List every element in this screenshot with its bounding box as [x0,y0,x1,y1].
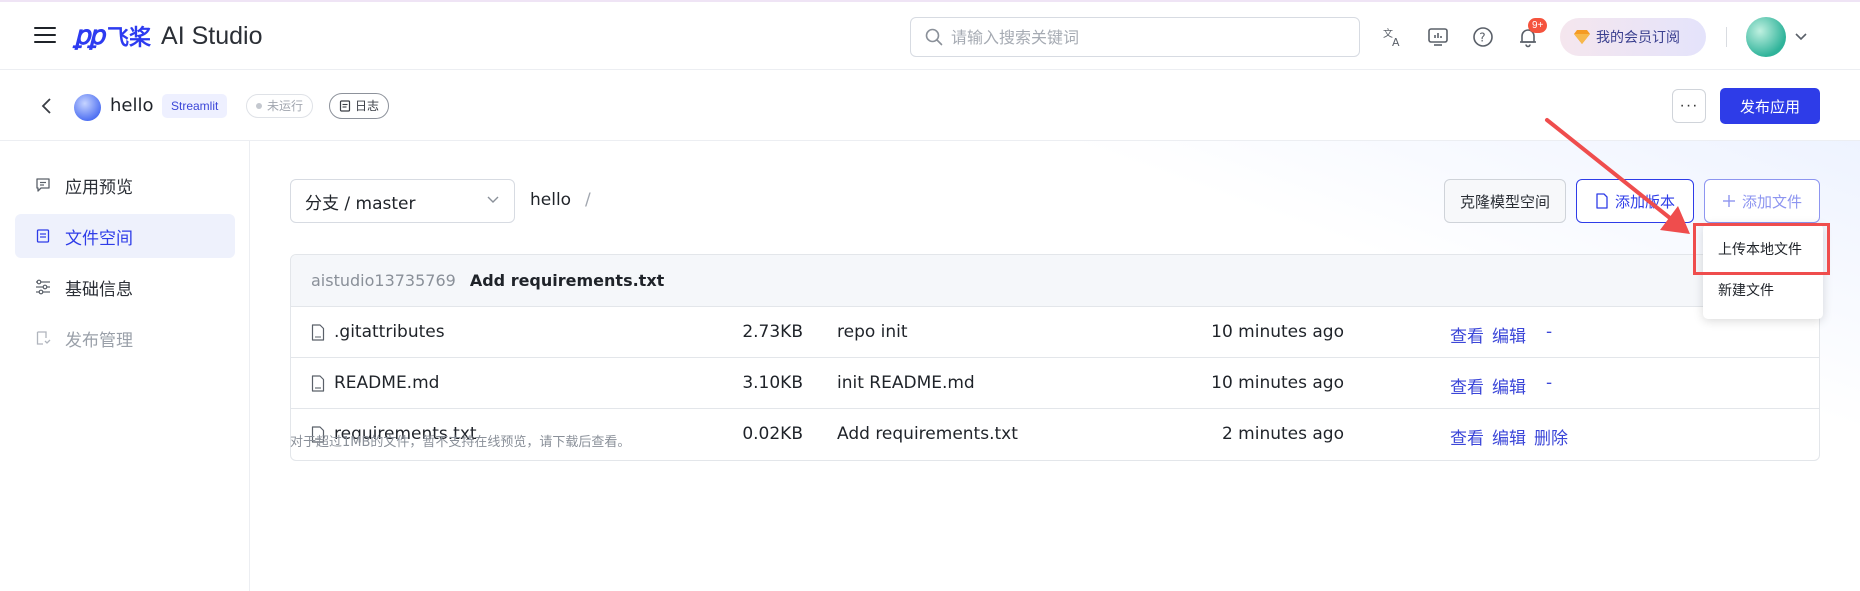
file-time: 10 minutes ago [1211,373,1344,393]
sidebar-item-label: 发布管理 [65,330,133,351]
sidebar-item-basic-info[interactable]: 基础信息 [15,265,235,309]
project-name: hello [110,95,154,116]
top-header: ꝑꝑ 飞桨 AI Studio 文A ? 9+ 我的会员订阅 [0,0,1860,70]
sliders-icon [36,279,50,295]
branch-select[interactable]: 分支 / master [290,179,515,223]
log-label: 日志 [355,99,380,113]
latest-commit-header: aistudio13735769 Add requirements.txt [291,255,1819,307]
branch-label: 分支 / master [305,193,416,214]
file-commit: Add requirements.txt [837,424,1018,444]
commit-message: Add requirements.txt [469,271,665,290]
status-badge: 未运行 [246,94,314,118]
translate-icon[interactable]: 文A [1382,26,1404,48]
file-name[interactable]: README.md [334,373,439,393]
sidebar-item-publish-management[interactable]: 发布管理 [15,316,235,360]
back-arrow-icon[interactable] [38,97,56,115]
more-button[interactable]: ··· [1672,89,1706,123]
file-name[interactable]: .gitattributes [334,322,445,342]
sidebar-item-label: 基础信息 [65,279,133,300]
avatar[interactable] [1746,17,1786,57]
vip-label: 我的会员订阅 [1596,30,1680,46]
breadcrumb-separator: / [585,190,591,210]
delete-placeholder: - [1546,373,1553,393]
table-row: README.md 3.10KB init README.md 10 minut… [291,358,1819,409]
delete-link[interactable]: 删除 [1534,424,1568,449]
sidebar: 应用预览 文件空间 基础信息 发布管理 [0,141,250,591]
svg-text:?: ? [1479,31,1485,45]
logo-text-en: AI Studio [161,21,263,50]
file-size: 0.02KB [742,424,803,444]
delete-placeholder: - [1546,322,1553,342]
file-icon [311,375,325,392]
logo-mark: ꝑꝑ [74,21,105,51]
view-link[interactable]: 查看 [1450,373,1484,398]
file-icon [311,324,325,341]
add-version-button[interactable]: 添加版本 [1576,179,1694,223]
hamburger-menu-icon[interactable] [34,27,56,45]
sidebar-item-app-preview[interactable]: 应用预览 [15,163,235,207]
logo-text-cn: 飞桨 [107,26,152,51]
file-size: 3.10KB [742,373,803,393]
clone-space-button[interactable]: 克隆模型空间 [1444,179,1566,223]
help-icon[interactable]: ? [1472,26,1494,48]
logo[interactable]: ꝑꝑ 飞桨 AI Studio [74,18,262,54]
preview-note: 对于超过1MB的文件，暂不支持在线预览，请下载后查看。 [290,435,631,450]
add-file-label: 添加文件 [1741,192,1802,211]
chevron-down-icon[interactable] [1794,30,1808,44]
project-bar: hello Streamlit 未运行 日志 ··· 发布应用 [0,70,1860,141]
header-divider [1726,27,1727,47]
file-time: 2 minutes ago [1221,424,1344,444]
clone-label: 克隆模型空间 [1459,192,1550,211]
search-input[interactable] [951,27,1331,47]
search-icon [925,28,943,46]
add-version-label: 添加版本 [1614,192,1675,211]
chevron-down-icon [487,196,499,203]
project-avatar [74,94,101,121]
comment-icon [36,178,50,192]
search-box[interactable] [910,17,1360,57]
sidebar-item-label: 应用预览 [65,177,133,198]
file-time: 10 minutes ago [1211,322,1344,342]
plus-icon [1722,195,1735,207]
edit-link[interactable]: 编辑 [1492,373,1526,398]
view-link[interactable]: 查看 [1450,424,1484,449]
file-space-panel: 分支 / master hello / 克隆模型空间 添加版本 添加文件 ais… [251,141,1860,591]
file-commit: repo init [837,322,908,342]
file-size: 2.73KB [742,322,803,342]
sidebar-item-file-space[interactable]: 文件空间 [15,214,235,258]
view-link[interactable]: 查看 [1450,322,1484,347]
edit-link[interactable]: 编辑 [1492,424,1526,449]
commit-author[interactable]: aistudio13735769 [311,271,456,290]
edit-link[interactable]: 编辑 [1492,322,1526,347]
new-file-option[interactable]: 新建文件 [1703,273,1823,309]
sidebar-item-label: 文件空间 [65,228,133,249]
notification-badge: 9+ [1528,18,1548,33]
publish-button[interactable]: 发布应用 [1720,88,1820,124]
document-icon [1596,193,1608,209]
annotation-highlight-box [1693,223,1830,275]
monitor-icon[interactable] [1427,26,1449,48]
file-table: aistudio13735769 Add requirements.txt .g… [290,254,1820,461]
svg-text:A: A [1392,36,1400,48]
framework-tag: Streamlit [162,94,228,118]
file-icon [36,229,50,243]
status-dot [256,103,262,109]
publish-doc-icon [36,331,51,345]
file-commit: init README.md [837,373,975,393]
log-button[interactable]: 日志 [329,93,390,119]
status-text: 未运行 [267,99,304,113]
log-icon [339,100,351,112]
breadcrumb-root[interactable]: hello [530,190,571,210]
table-row: .gitattributes 2.73KB repo init 10 minut… [291,307,1819,358]
add-file-button[interactable]: 添加文件 [1704,179,1820,223]
gem-icon [1574,30,1590,44]
vip-subscription-button[interactable]: 我的会员订阅 [1560,18,1706,56]
